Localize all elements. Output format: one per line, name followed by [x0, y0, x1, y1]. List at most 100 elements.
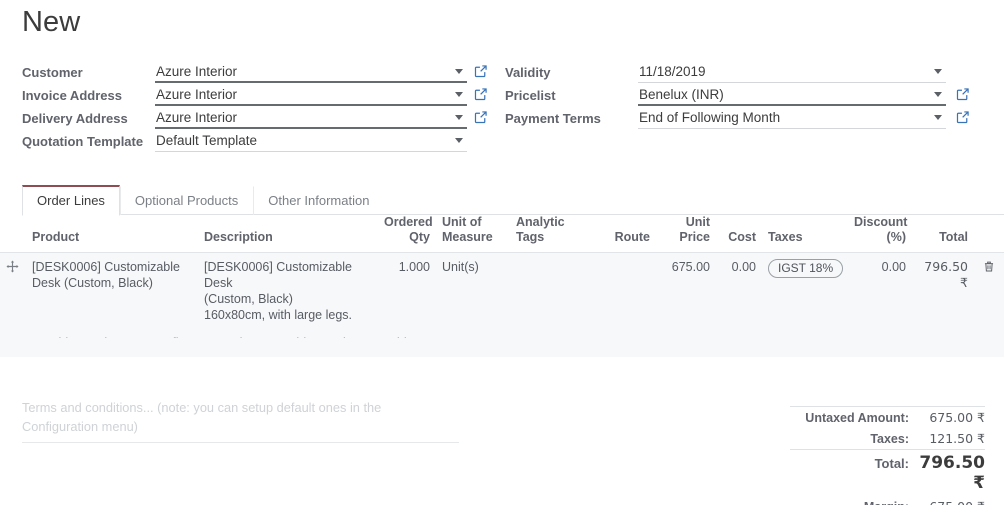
- quotation-template-value: Default Template: [156, 133, 258, 148]
- header-delete: [974, 215, 1004, 253]
- total-value-untaxed: 675.00 ₹: [929, 410, 985, 425]
- field-label-payment-terms: Payment Terms: [505, 111, 601, 126]
- field-quotation-template: Quotation Template Default Template: [22, 131, 487, 154]
- header-total: Total: [912, 215, 974, 253]
- cell-ordered-qty: 1.000: [378, 252, 436, 329]
- tab-optional-products[interactable]: Optional Products: [119, 186, 253, 215]
- header-analytic-tags: Analytic Tags: [510, 215, 588, 253]
- cell-unit-price: 675.00: [656, 252, 716, 329]
- field-validity: Validity 11/18/2019: [505, 62, 995, 85]
- external-link-icon[interactable]: [956, 87, 970, 101]
- external-link-icon[interactable]: [474, 110, 488, 124]
- tax-badge: IGST 18%: [768, 259, 844, 278]
- chevron-down-icon[interactable]: [455, 138, 463, 143]
- cell-route: [588, 252, 656, 329]
- customer-value: Azure Interior: [156, 64, 238, 79]
- chevron-down-icon[interactable]: [455, 69, 463, 74]
- header-ordered-qty-line2: Qty: [409, 230, 430, 244]
- field-label-invoice-address: Invoice Address: [22, 88, 122, 103]
- description-line-3: 160x80cm, with large legs.: [204, 308, 352, 322]
- customer-input[interactable]: Azure Interior: [155, 62, 467, 83]
- field-label-customer: Customer: [22, 65, 83, 80]
- row-drag-handle[interactable]: [0, 252, 26, 329]
- cell-product: [DESK0006] Customizable Desk (Custom, Bl…: [26, 252, 198, 329]
- page-title: New: [22, 6, 81, 38]
- header-analytic-line1: Analytic: [516, 215, 565, 229]
- field-payment-terms: Payment Terms End of Following Month: [505, 108, 995, 131]
- chevron-down-icon[interactable]: [934, 92, 942, 97]
- notebook: Order Lines Optional Products Other Info…: [22, 185, 1004, 216]
- total-value-total: 796.50 ₹: [919, 453, 985, 493]
- cell-cost: 0.00: [716, 252, 762, 329]
- external-link-icon[interactable]: [956, 110, 970, 124]
- header-product: Product: [26, 215, 198, 253]
- header-description: Description: [198, 215, 378, 253]
- cell-analytic-tags: [510, 252, 588, 329]
- field-pricelist: Pricelist Benelux (INR): [505, 85, 995, 108]
- header-uom-line1: Unit of: [442, 215, 482, 229]
- total-label-taxes: Taxes:: [870, 432, 909, 446]
- total-value-margin: 675.00 ₹: [909, 499, 985, 505]
- header-discount: Discount (%): [848, 215, 912, 253]
- header-cost: Cost: [716, 215, 762, 253]
- chevron-down-icon[interactable]: [455, 115, 463, 120]
- chevron-down-icon[interactable]: [934, 115, 942, 120]
- field-label-quotation-template: Quotation Template: [22, 134, 144, 149]
- tab-order-lines[interactable]: Order Lines: [22, 185, 120, 216]
- total-row-taxes: Taxes: 121.50 ₹: [790, 428, 985, 449]
- validity-value: 11/18/2019: [639, 64, 706, 79]
- field-label-pricelist: Pricelist: [505, 88, 556, 103]
- header-unit-price-line2: Price: [679, 230, 710, 244]
- quotation-form-page: New Customer Azure Interior Invoice Addr…: [0, 0, 1004, 505]
- tab-bar: Order Lines Optional Products Other Info…: [22, 185, 1004, 216]
- chevron-down-icon[interactable]: [455, 92, 463, 97]
- header-unit-price-line1: Unit: [685, 215, 710, 229]
- header-discount-line1: Discount: [854, 215, 908, 229]
- external-link-icon[interactable]: [474, 64, 488, 78]
- validity-input[interactable]: 11/18/2019: [638, 62, 946, 83]
- header-ordered-qty-line1: Ordered: [384, 215, 433, 229]
- external-link-icon[interactable]: [474, 87, 488, 101]
- total-row-margin: Margin: 675.00 ₹: [790, 496, 985, 505]
- payment-terms-value: End of Following Month: [639, 110, 781, 125]
- terms-underline: [22, 442, 459, 443]
- cell-delete[interactable]: [974, 252, 1004, 329]
- header-uom: Unit of Measure: [436, 215, 510, 253]
- total-row-untaxed: Untaxed Amount: 675.00 ₹: [790, 406, 985, 428]
- table-row[interactable]: [DESK0006] Customizable Desk (Custom, Bl…: [0, 252, 1004, 329]
- header-discount-line2: (%): [886, 230, 906, 244]
- totals-panel: Untaxed Amount: 675.00 ₹ Taxes: 121.50 ₹…: [790, 406, 985, 505]
- terms-and-conditions[interactable]: Terms and conditions... (note: you can s…: [22, 398, 459, 443]
- terms-placeholder: Terms and conditions... (note: you can s…: [22, 400, 382, 434]
- quotation-template-input[interactable]: Default Template: [155, 131, 467, 152]
- total-row-total: Total: 796.50 ₹: [790, 449, 985, 496]
- payment-terms-input[interactable]: End of Following Month: [638, 108, 946, 129]
- delivery-address-input[interactable]: Azure Interior: [155, 108, 467, 129]
- total-label-untaxed: Untaxed Amount:: [805, 411, 909, 425]
- header-uom-line2: Measure: [442, 230, 493, 244]
- field-customer: Customer Azure Interior: [22, 62, 487, 85]
- header-handle: [0, 215, 26, 253]
- header-unit-price: Unit Price: [656, 215, 716, 253]
- chevron-down-icon[interactable]: [934, 69, 942, 74]
- delivery-address-value: Azure Interior: [156, 110, 238, 125]
- cell-uom: Unit(s): [436, 252, 510, 329]
- table-footer-band: [0, 338, 1004, 356]
- header-route: Route: [588, 215, 656, 253]
- invoice-address-input[interactable]: Azure Interior: [155, 85, 467, 106]
- cell-taxes: IGST 18%: [762, 252, 848, 329]
- field-invoice-address: Invoice Address Azure Interior: [22, 85, 487, 108]
- tab-other-information[interactable]: Other Information: [253, 186, 384, 215]
- header-taxes: Taxes: [762, 215, 848, 253]
- cell-discount: 0.00: [848, 252, 912, 329]
- invoice-address-value: Azure Interior: [156, 87, 238, 102]
- form-column-right: Validity 11/18/2019 Pricelist Benelux (I…: [505, 62, 995, 131]
- cell-total: 796.50 ₹: [912, 252, 974, 329]
- field-label-validity: Validity: [505, 65, 551, 80]
- header-analytic-line2: Tags: [516, 230, 545, 244]
- order-lines-table: Product Description Ordered Qty Unit of …: [0, 215, 1004, 357]
- total-label-total: Total:: [874, 456, 909, 471]
- pricelist-input[interactable]: Benelux (INR): [638, 85, 946, 106]
- header-ordered-qty: Ordered Qty: [378, 215, 436, 253]
- description-line-1: [DESK0006] Customizable Desk: [204, 260, 352, 290]
